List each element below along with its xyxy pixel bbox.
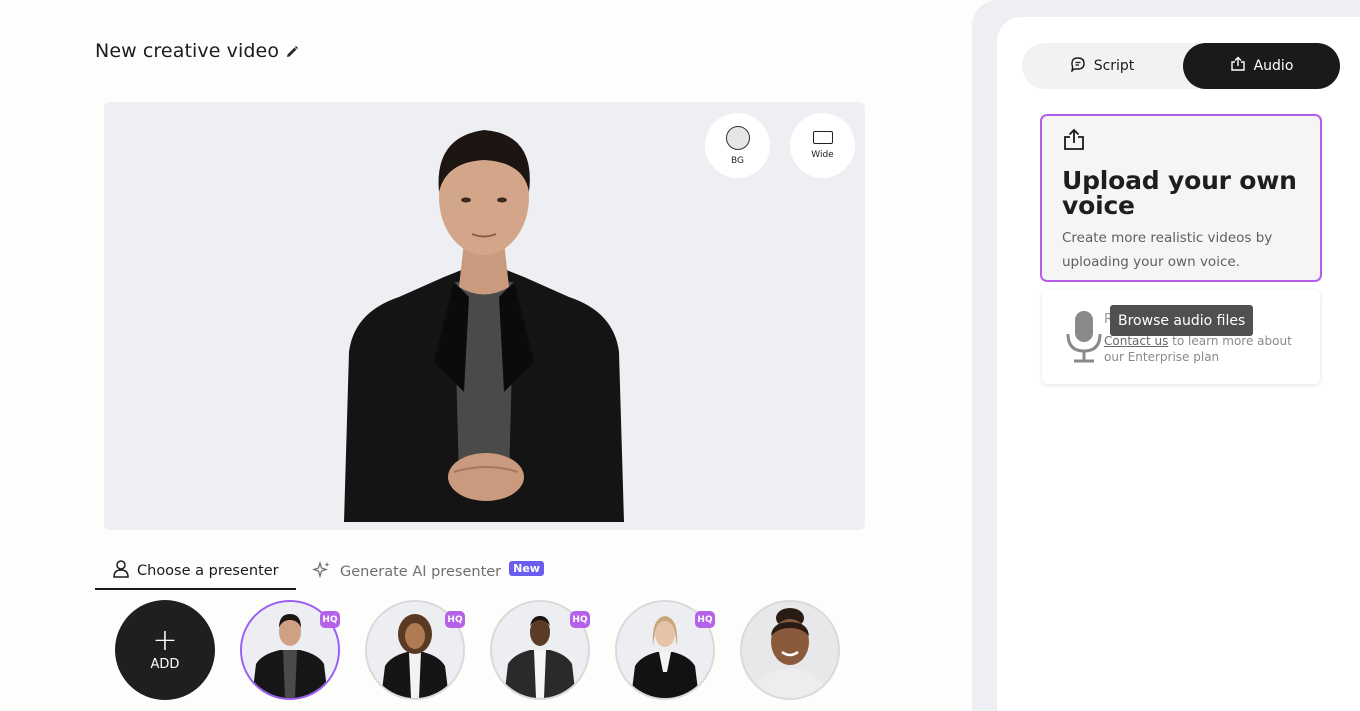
video-preview: BG Wide: [104, 102, 865, 530]
tab-audio-label: Audio: [1253, 58, 1294, 74]
presenter-avatar-5[interactable]: [740, 600, 840, 700]
presenter-list: + ADD HQ HQ HQ HQ: [115, 600, 855, 700]
add-label: ADD: [150, 657, 180, 672]
wide-label: Wide: [811, 150, 834, 160]
upload-voice-description: Create more realistic videos by uploadin…: [1062, 230, 1273, 270]
hq-badge-1: HQ: [320, 611, 340, 628]
sparkles-icon: [311, 560, 332, 583]
presenter-tabs: Choose a presenter Generate AI presenter…: [95, 553, 555, 590]
tab-choose-presenter[interactable]: Choose a presenter: [95, 553, 296, 590]
add-presenter-button[interactable]: + ADD: [115, 600, 215, 700]
microphone-icon: [1066, 310, 1102, 368]
project-title-row: New creative video: [95, 40, 299, 62]
script-audio-toggle: Script Audio: [1022, 43, 1340, 89]
plus-icon: +: [152, 623, 178, 658]
background-button[interactable]: BG: [705, 113, 770, 178]
upload-icon: [1230, 56, 1246, 76]
pencil-icon[interactable]: [285, 44, 299, 58]
upload-icon: [1062, 128, 1086, 156]
tab-script[interactable]: Script: [1022, 43, 1182, 89]
hq-badge-3: HQ: [570, 611, 590, 628]
wide-button[interactable]: Wide: [790, 113, 855, 178]
user-icon: [113, 559, 129, 582]
upload-voice-title: Upload your own voice: [1062, 166, 1297, 220]
tab-choose-label: Choose a presenter: [137, 562, 279, 579]
tab-generate-presenter[interactable]: Generate AI presenter New: [311, 553, 544, 590]
presenter-image: [344, 130, 624, 522]
background-label: BG: [731, 155, 744, 166]
hq-badge-2: HQ: [445, 611, 465, 628]
wide-rectangle-icon: [812, 131, 833, 144]
hq-badge-4: HQ: [695, 611, 715, 628]
tab-generate-label: Generate AI presenter: [340, 563, 502, 580]
upload-voice-card[interactable]: Upload your own voice Create more realis…: [1040, 114, 1322, 282]
record-voice-text: Contact us to learn more about our Enter…: [1104, 333, 1312, 365]
new-badge: New: [509, 561, 544, 576]
chat-icon: [1070, 56, 1086, 76]
project-title: New creative video: [95, 40, 280, 62]
browse-audio-tooltip: Browse audio files: [1110, 305, 1254, 336]
background-circle-icon: [725, 125, 750, 150]
contact-us-link[interactable]: Contact us: [1104, 334, 1168, 348]
tab-audio[interactable]: Audio: [1183, 43, 1340, 89]
tab-script-label: Script: [1093, 58, 1135, 74]
